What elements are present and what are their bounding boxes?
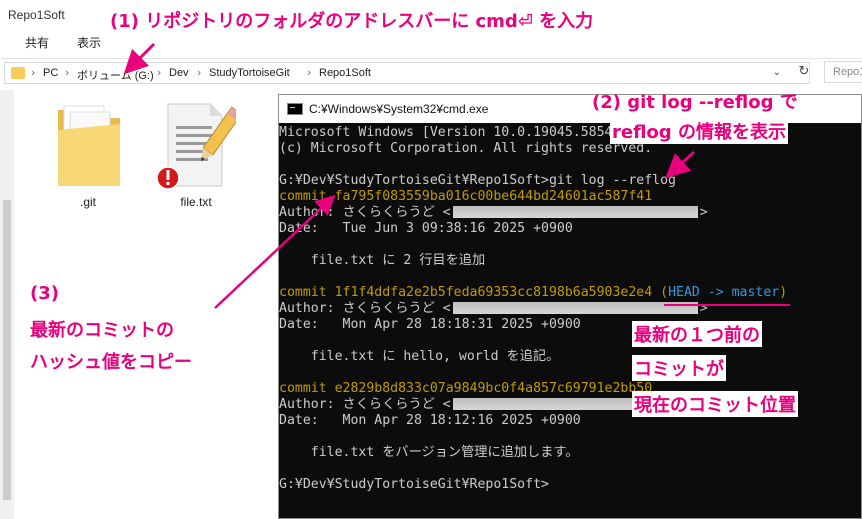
folder-icon bbox=[58, 105, 120, 186]
chevron-right-icon: › bbox=[65, 66, 70, 79]
annotation-step3b: ハッシュ値をコピー bbox=[30, 352, 192, 373]
author-text: Author: さくらくらうど < bbox=[279, 397, 451, 412]
author-text: Author: さくらくらうど < bbox=[279, 301, 451, 316]
head-underline bbox=[664, 304, 790, 306]
paren-close: ) bbox=[779, 285, 788, 300]
folder-icon bbox=[11, 67, 25, 79]
file-name: file.txt bbox=[180, 195, 212, 209]
breadcrumb-pc[interactable]: PC bbox=[43, 67, 58, 79]
redacted-email bbox=[452, 302, 698, 314]
breadcrumb-repo[interactable]: Repo1Soft bbox=[319, 67, 371, 79]
date-line: Date: Tue Jun 3 09:38:16 2025 +0900 bbox=[279, 221, 573, 236]
message-line: file.txt に hello, world を追記。 bbox=[279, 349, 560, 364]
refresh-button[interactable]: ↻ bbox=[794, 62, 814, 82]
ribbon-tabs: 共有 表示 bbox=[0, 32, 862, 52]
author-text: Author: さくらくらうど < bbox=[279, 205, 451, 220]
nav-scrollbar[interactable] bbox=[0, 90, 14, 519]
chevron-right-icon: › bbox=[197, 66, 202, 79]
author-close: > bbox=[699, 205, 708, 220]
cmd-title: C:¥Windows¥System32¥cmd.exe bbox=[309, 102, 489, 116]
annotation-step2a: (2) git log --reflog で bbox=[592, 92, 798, 113]
console-line: (c) Microsoft Corporation. All rights re… bbox=[279, 141, 653, 156]
message-line: file.txt をバージョン管理に追加します。 bbox=[279, 445, 579, 460]
address-bar[interactable]: › PC › ボリューム (G:) › Dev › StudyTortoiseG… bbox=[4, 62, 810, 84]
message-line: file.txt に 2 行目を追加 bbox=[279, 253, 486, 268]
file-item-txt[interactable]: file.txt bbox=[156, 100, 243, 209]
breadcrumb-dev[interactable]: Dev bbox=[169, 67, 189, 79]
chevron-down-icon[interactable]: ⌄ bbox=[773, 67, 781, 78]
tab-view[interactable]: 表示 bbox=[77, 34, 101, 51]
annotation-step4a: 最新の１つ前の bbox=[632, 321, 762, 347]
breadcrumb-study[interactable]: StudyTortoiseGit bbox=[209, 67, 290, 79]
head-ref: HEAD -> master bbox=[668, 285, 780, 300]
tab-share[interactable]: 共有 bbox=[25, 34, 49, 51]
author-line: Author: さくらくらうど <> bbox=[279, 301, 708, 317]
chevron-right-icon: › bbox=[31, 66, 36, 79]
annotation-step4b: コミットが bbox=[632, 355, 726, 381]
address-row: › PC › ボリューム (G:) › Dev › StudyTortoiseG… bbox=[0, 58, 862, 86]
chevron-right-icon: › bbox=[157, 66, 162, 79]
breadcrumb-volume[interactable]: ボリューム (G:) bbox=[77, 67, 154, 83]
annotation-step2b: reflog の情報を表示 bbox=[610, 118, 788, 144]
author-line: Author: さくらくらうど < > bbox=[279, 205, 708, 221]
chevron-right-icon: › bbox=[307, 66, 312, 79]
file-name: .git bbox=[79, 195, 96, 209]
file-item-git[interactable]: .git bbox=[50, 100, 126, 209]
commit-line[interactable]: commit e2829b8d833c07a9849bc0f4a857c6979… bbox=[279, 381, 652, 397]
cmd-window[interactable]: C:¥Windows¥System32¥cmd.exe Microsoft Wi… bbox=[278, 94, 862, 519]
terminal-icon bbox=[287, 103, 303, 115]
prompt-line[interactable]: G:¥Dev¥StudyTortoiseGit¥Repo1Soft> bbox=[279, 477, 549, 493]
annotation-step1: (1) リポジトリのフォルダのアドレスバーに cmd⏎ を入力 bbox=[110, 11, 594, 32]
date-line: Date: Mon Apr 28 18:12:16 2025 +0900 bbox=[279, 413, 581, 428]
date-line: Date: Mon Apr 28 18:18:31 2025 +0900 bbox=[279, 317, 581, 332]
commit-line: commit 1f1f4ddfa2e2b5feda69353cc8198b6a5… bbox=[279, 285, 787, 301]
scrollbar-thumb[interactable] bbox=[3, 200, 11, 500]
annotation-step3a: 最新のコミットの bbox=[30, 320, 174, 341]
annotation-step3-number: (3) bbox=[30, 283, 59, 304]
text-file-icon bbox=[156, 103, 243, 190]
redacted-email bbox=[452, 206, 698, 218]
commit-line[interactable]: commit fa795f083559ba016c00be644bd24601a… bbox=[279, 189, 652, 205]
console-line: Microsoft Windows [Version 10.0.19045.58… bbox=[279, 125, 621, 140]
paren-open: ( bbox=[652, 285, 669, 300]
annotation-step4c: 現在のコミット位置 bbox=[632, 391, 798, 417]
search-input[interactable]: Repo1 bbox=[824, 61, 862, 83]
commit-hash[interactable]: commit 1f1f4ddfa2e2b5feda69353cc8198b6a5… bbox=[279, 285, 652, 300]
console-line: G:¥Dev¥StudyTortoiseGit¥Repo1Soft>git lo… bbox=[279, 173, 676, 188]
console-output[interactable]: Microsoft Windows [Version 10.0.19045.58… bbox=[279, 123, 861, 519]
search-placeholder: Repo1 bbox=[833, 66, 862, 78]
window-title: Repo1Soft bbox=[8, 8, 65, 22]
